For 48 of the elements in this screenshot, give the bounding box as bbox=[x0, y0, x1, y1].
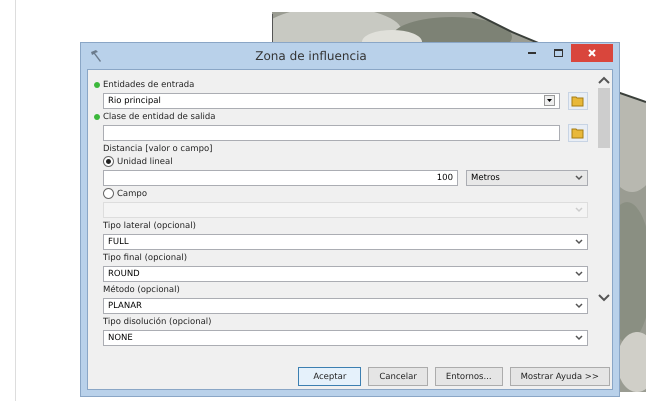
field-value: FULL bbox=[108, 236, 130, 246]
chevron-down-icon bbox=[575, 302, 583, 308]
field-value: PLANAR bbox=[108, 300, 143, 310]
dialog-button[interactable]: Mostrar Ayuda >> bbox=[510, 367, 610, 386]
input-field[interactable] bbox=[103, 124, 560, 140]
chevron-down-icon bbox=[575, 206, 583, 212]
field-value: ROUND bbox=[108, 268, 141, 278]
scroll-thumb[interactable] bbox=[598, 88, 610, 148]
folder-button[interactable] bbox=[568, 92, 588, 110]
dropdown-field[interactable]: NONE bbox=[103, 330, 588, 346]
dialog-button[interactable]: Aceptar bbox=[298, 367, 362, 386]
chevron-down-icon bbox=[575, 174, 583, 180]
window-title: Zona de influencia bbox=[254, 49, 368, 63]
radio-label: Campo bbox=[117, 188, 148, 198]
chevron-down-icon bbox=[575, 238, 583, 244]
dropdown-field[interactable]: FULL bbox=[103, 234, 588, 250]
field-label: Clase de entidad de salida bbox=[103, 112, 216, 122]
dropdown-field[interactable]: ROUND bbox=[103, 266, 588, 282]
folder-icon bbox=[571, 94, 585, 106]
distance-field[interactable]: 100 bbox=[103, 170, 458, 186]
dialog-button[interactable]: Cancelar bbox=[368, 367, 428, 386]
folder-button[interactable] bbox=[568, 124, 588, 142]
chevron-down-icon bbox=[575, 334, 583, 340]
maximize-icon bbox=[554, 49, 562, 57]
field-label: Entidades de entrada bbox=[103, 80, 194, 90]
field-label: Tipo lateral (opcional) bbox=[103, 220, 196, 230]
close-button[interactable] bbox=[571, 44, 613, 62]
field-label: Tipo disolución (opcional) bbox=[103, 316, 212, 326]
close-icon bbox=[588, 49, 596, 57]
dialog-button[interactable]: Entornos... bbox=[434, 367, 503, 386]
folder-icon bbox=[571, 126, 585, 138]
minimize-icon bbox=[528, 52, 536, 54]
dropdown-field[interactable]: Rio principal bbox=[103, 92, 560, 108]
dropdown-field[interactable]: PLANAR bbox=[103, 298, 588, 314]
radio-button[interactable] bbox=[103, 156, 114, 167]
field-value: Metros bbox=[471, 172, 501, 182]
scroll-down-icon bbox=[598, 294, 610, 302]
field-value: NONE bbox=[108, 332, 134, 342]
field-value: 100 bbox=[436, 172, 453, 182]
field-value: Rio principal bbox=[108, 96, 162, 106]
field-label: Método (opcional) bbox=[103, 284, 180, 294]
field-label: Distancia [valor o campo] bbox=[103, 144, 212, 154]
unit-dropdown[interactable]: Metros bbox=[466, 170, 588, 186]
radio-label: Unidad lineal bbox=[117, 156, 173, 166]
field-label: Tipo final (opcional) bbox=[103, 252, 188, 262]
scroll-up-icon bbox=[598, 76, 610, 84]
hammer-icon bbox=[89, 49, 103, 63]
chevron-down-icon bbox=[575, 270, 583, 276]
